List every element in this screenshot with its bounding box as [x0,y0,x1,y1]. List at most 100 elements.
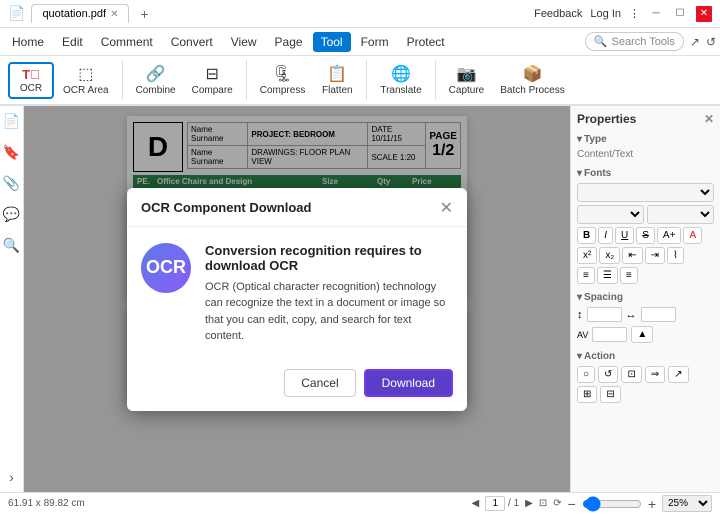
char-spacing-button[interactable]: ⌇ [667,247,684,264]
modal-footer: Cancel Download [127,359,467,411]
menu-protect[interactable]: Protect [399,32,453,52]
menu-comment[interactable]: Comment [93,32,161,52]
action-btn-6[interactable]: ⊞ [577,386,597,403]
char-spacing-input[interactable] [641,307,676,322]
subscript-button[interactable]: x₂ [599,247,620,264]
refresh-icon[interactable]: ↺ [706,35,716,49]
superscript-button[interactable]: x² [577,247,597,264]
align-center-button[interactable]: ☰ [597,267,618,284]
page-total: 1 [514,498,520,509]
font-align-select[interactable] [647,205,714,224]
close-button[interactable]: ✕ [696,6,712,22]
toolbar-group-combine: 🔗 Combine ⊟ Compare [122,60,242,100]
font-size-select[interactable] [577,205,644,224]
tab-close-icon[interactable]: ✕ [110,9,118,20]
fonts-section-title: ▾ Fonts [577,168,714,179]
rotate-button[interactable]: ⟳ [553,498,561,509]
spacing-up-button[interactable]: ▲ [631,326,653,343]
tab-filename: quotation.pdf [42,8,106,20]
sidebar-pages-icon[interactable]: 📄 [0,110,23,133]
font-color-button[interactable]: A [683,227,702,244]
compress-icon: 🗜 [272,64,292,84]
compare-label: Compare [192,85,233,96]
ocr-icon: T⃞ [22,67,40,82]
combine-label: Combine [136,85,176,96]
page-current-input[interactable] [485,496,505,511]
type-section-title: ▾ Type [577,134,714,145]
status-right: ◀ / 1 ▶ ⊡ ⟳ − + 25% 50% 75% 100% [472,495,712,512]
capture-button[interactable]: 📷 Capture [442,60,492,100]
new-tab-button[interactable]: + [135,5,153,23]
menu-icon[interactable]: ⋮ [629,7,640,20]
document-tab[interactable]: quotation.pdf ✕ [31,4,129,23]
download-button[interactable]: Download [364,369,453,397]
title-bar-right: Feedback Log In ⋮ ─ ☐ ✕ [534,6,712,22]
sidebar-expand-icon[interactable]: › [6,466,17,488]
strikethrough-button[interactable]: S [636,227,655,244]
italic-button[interactable]: I [598,227,613,244]
line-spacing-row: ↕ ↔ [577,307,714,322]
ocr-area-button[interactable]: ⬚ OCR Area [56,60,116,100]
search-tools[interactable]: 🔍 Search Tools [585,32,684,51]
chevron-down-icon: ▾ [577,168,582,179]
cancel-button[interactable]: Cancel [284,369,355,397]
login-link[interactable]: Log In [590,8,621,20]
menu-view[interactable]: View [223,32,265,52]
batch-icon: 📦 [523,64,543,84]
page-next-button[interactable]: ▶ [525,498,533,509]
modal-close-button[interactable]: ✕ [440,198,453,218]
flatten-button[interactable]: 📋 Flatten [314,60,360,100]
compare-button[interactable]: ⊟ Compare [185,60,240,100]
feedback-link[interactable]: Feedback [534,8,582,20]
action-btn-4[interactable]: ⇒ [645,366,665,383]
modal-header: OCR Component Download ✕ [127,188,467,227]
zoom-out-button[interactable]: − [568,496,576,512]
menu-page[interactable]: Page [267,32,311,52]
combine-button[interactable]: 🔗 Combine [129,60,183,100]
font-select[interactable] [577,183,714,202]
align-left-button[interactable]: ≡ [577,267,595,284]
font-grow-button[interactable]: A+ [657,227,682,244]
modal-ocr-icon: OCR [141,243,191,293]
menu-edit[interactable]: Edit [54,32,91,52]
minimize-button[interactable]: ─ [648,6,664,22]
menu-tool[interactable]: Tool [313,32,351,52]
menu-convert[interactable]: Convert [163,32,221,52]
bold-button[interactable]: B [577,227,596,244]
zoom-in-button[interactable]: + [648,496,656,512]
action-btn-3[interactable]: ⊡ [621,366,641,383]
ocr-button[interactable]: T⃞ OCR [8,62,54,99]
menu-home[interactable]: Home [4,32,52,52]
sidebar-search-icon[interactable]: 🔍 [0,234,23,257]
sidebar-attachment-icon[interactable]: 📎 [0,172,23,195]
action-btn-7[interactable]: ⊟ [600,386,620,403]
align-right-button[interactable]: ≡ [620,267,638,284]
menu-form[interactable]: Form [353,32,397,52]
zoom-select[interactable]: 25% 50% 75% 100% [662,495,712,512]
zoom-slider[interactable] [582,496,642,512]
font-size-row [577,205,714,224]
external-link-icon[interactable]: ↗ [690,35,700,49]
line-spacing-input[interactable] [587,307,622,322]
capture-icon: 📷 [456,64,476,84]
maximize-button[interactable]: ☐ [672,6,688,22]
flatten-icon: 📋 [327,64,347,84]
underline-button[interactable]: U [615,227,634,244]
batch-process-button[interactable]: 📦 Batch Process [493,60,571,100]
action-btn-1[interactable]: ○ [577,366,595,383]
sidebar-bookmark-icon[interactable]: 🔖 [0,141,23,164]
page-prev-button[interactable]: ◀ [472,498,480,509]
indent-left-button[interactable]: ⇤ [622,247,642,264]
search-icon: 🔍 [594,35,608,48]
translate-button[interactable]: 🌐 Translate [373,60,428,100]
compress-button[interactable]: 🗜 Compress [253,60,313,100]
toolbar: T⃞ OCR ⬚ OCR Area 🔗 Combine ⊟ Compare 🗜 … [0,56,720,106]
action-btn-2[interactable]: ↺ [598,366,618,383]
main-layout: 📄 🔖 📎 💬 🔍 › D Name Surname PROJECT: BEDR… [0,106,720,492]
fit-page-button[interactable]: ⊡ [539,498,547,509]
indent-right-button[interactable]: ⇥ [645,247,665,264]
sidebar-comment-icon[interactable]: 💬 [0,203,23,226]
av-input[interactable] [592,327,627,342]
action-btn-5[interactable]: ↗ [668,366,688,383]
panel-close-icon[interactable]: ✕ [704,112,714,126]
